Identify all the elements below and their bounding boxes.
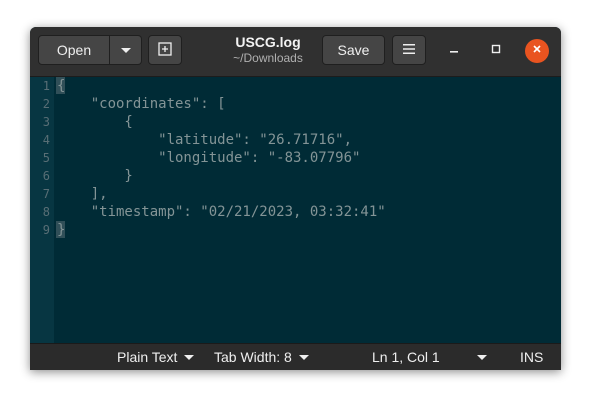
code-line: { xyxy=(57,114,133,130)
chevron-down-icon xyxy=(477,355,487,360)
save-label: Save xyxy=(337,42,370,58)
code-line: "latitude": "26.71716", xyxy=(57,132,353,148)
title-block: USCG.log ~/Downloads xyxy=(210,34,326,66)
close-icon xyxy=(531,42,543,60)
status-bar: Plain Text Tab Width: 8 Ln 1, Col 1 INS xyxy=(30,343,561,370)
position-menu-toggle[interactable] xyxy=(477,348,487,367)
code-line: "timestamp": "02/21/2023, 03:32:41" xyxy=(57,204,386,220)
chevron-down-icon xyxy=(120,42,132,58)
code-line: "coordinates": [ xyxy=(57,96,226,112)
minimize-button[interactable] xyxy=(442,39,466,63)
line-number: 7 xyxy=(42,187,50,201)
save-button[interactable]: Save xyxy=(322,35,385,65)
line-number: 9 xyxy=(42,223,50,237)
tab-width-selector[interactable]: Tab Width: 8 xyxy=(214,348,309,367)
code-line: } xyxy=(57,168,133,184)
open-button[interactable]: Open xyxy=(38,35,110,65)
code-line: { xyxy=(57,78,66,94)
line-number: 8 xyxy=(42,205,50,219)
code-line: ], xyxy=(57,186,108,202)
header-bar: Open USCG.log ~/Downloads Save xyxy=(30,27,561,77)
line-number: 2 xyxy=(42,97,50,111)
minimize-icon xyxy=(448,42,460,60)
line-number: 4 xyxy=(42,133,50,147)
cursor-position-label: Ln 1, Col 1 xyxy=(372,349,440,365)
tab-width-label: Tab Width: 8 xyxy=(214,349,292,365)
maximize-icon xyxy=(490,42,502,60)
insert-mode-indicator[interactable]: INS xyxy=(520,348,543,367)
menu-button[interactable] xyxy=(392,35,426,65)
line-number: 5 xyxy=(42,151,50,165)
close-button[interactable] xyxy=(525,39,549,63)
open-label: Open xyxy=(56,42,92,58)
text-editor-window: Open USCG.log ~/Downloads Save 1 2 3 4 5… xyxy=(30,27,561,370)
line-number: 6 xyxy=(42,169,50,183)
chevron-down-icon xyxy=(298,355,309,360)
window-title: USCG.log xyxy=(235,34,301,50)
line-number-gutter: 1 2 3 4 5 6 7 8 9 xyxy=(30,77,54,343)
cursor-position[interactable]: Ln 1, Col 1 xyxy=(372,348,440,367)
new-tab-icon xyxy=(157,41,173,60)
text-editor-area[interactable]: { "coordinates": [ { "latitude": "26.717… xyxy=(54,77,561,343)
open-menu-button[interactable] xyxy=(110,35,142,65)
maximize-button[interactable] xyxy=(484,39,508,63)
code-line: "longitude": "-83.07796" xyxy=(57,150,361,166)
line-number: 3 xyxy=(42,115,50,129)
code-line: } xyxy=(57,222,66,238)
new-tab-button[interactable] xyxy=(148,35,182,65)
line-number: 1 xyxy=(42,79,50,93)
window-subtitle: ~/Downloads xyxy=(233,51,303,65)
chevron-down-icon xyxy=(184,355,195,360)
language-selector[interactable]: Plain Text xyxy=(117,348,195,367)
language-label: Plain Text xyxy=(117,349,178,365)
hamburger-menu-icon xyxy=(402,42,416,58)
insert-mode-label: INS xyxy=(520,349,544,365)
